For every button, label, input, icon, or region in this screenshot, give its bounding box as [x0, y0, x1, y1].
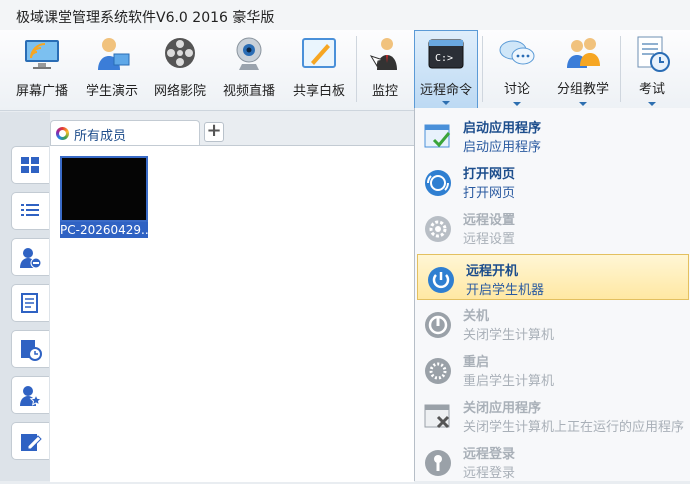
toolbar-label: 屏幕广播 [15, 84, 68, 99]
toolbar-separator [482, 36, 483, 102]
student-demo-icon [98, 38, 130, 70]
menu-item-shutdown[interactable]: 关机 关闭学生计算机 [415, 300, 690, 346]
menu-item-desc: 打开网页 [463, 186, 516, 201]
add-tab-button[interactable]: + [204, 122, 224, 142]
dropdown-arrow-icon [648, 102, 656, 106]
menu-item-title: 远程登录 [463, 447, 516, 462]
toolbar-label: 远程命令 [419, 83, 472, 98]
grid-view-button[interactable] [11, 146, 49, 184]
command-prompt-icon: C:> [428, 39, 464, 69]
toolbar-exam[interactable]: 考试 [624, 30, 680, 110]
toolbar-label: 监控 [371, 84, 398, 99]
toolbar-network-cinema[interactable]: 网络影院 [148, 30, 212, 110]
toolbar-monitor[interactable]: 监控 [362, 30, 408, 110]
app-close-icon [424, 404, 450, 429]
web-icon [425, 170, 451, 196]
menu-item-remote-power-on[interactable]: 远程开机 开启学生机器 [417, 254, 689, 300]
menu-item-remote-login[interactable]: 远程登录 远程登录 [415, 438, 690, 484]
menu-item-desc: 重启学生计算机 [463, 374, 555, 389]
chat-bubbles-icon [499, 40, 535, 65]
toolbar-label: 视频直播 [222, 84, 275, 99]
menu-item-desc: 远程设置 [463, 232, 516, 247]
edit-pen-icon [21, 434, 42, 451]
toolbar-separator [620, 36, 621, 102]
toolbar-label: 分组教学 [556, 82, 609, 97]
shutdown-icon [425, 312, 451, 338]
toolbar-video-live[interactable]: 视频直播 [216, 30, 282, 110]
toolbar-remote-command[interactable]: C:> 远程命令 [414, 30, 478, 110]
toolbar-label: 学生演示 [85, 84, 138, 99]
toolbar-discussion[interactable]: 讨论 [486, 30, 548, 110]
toolbar-shared-whiteboard[interactable]: 共享白板 [286, 30, 352, 110]
menu-item-title: 关闭应用程序 [463, 401, 542, 416]
menu-item-desc: 启动应用程序 [463, 140, 542, 155]
window-title: 极域课堂管理系统软件V6.0 2016 豪华版 [16, 10, 275, 26]
list-view-button[interactable] [11, 192, 49, 230]
app-check-icon [424, 124, 451, 148]
grid-view-icon [21, 157, 39, 173]
title-bar: 极域课堂管理系统软件V6.0 2016 豪华版 [0, 0, 690, 30]
menu-item-close-app[interactable]: 关闭应用程序 关闭学生计算机上正在运行的应用程序 [415, 392, 690, 438]
toolbar-student-demo[interactable]: 学生演示 [80, 30, 144, 110]
menu-item-restart[interactable]: 重启 重启学生计算机 [415, 346, 690, 392]
toolbar-label: 讨论 [503, 82, 530, 97]
toolbar-group-teaching[interactable]: 分组教学 [550, 30, 616, 110]
student-computer[interactable]: PC-20260429... [60, 156, 148, 240]
menu-item-title: 打开网页 [463, 167, 516, 182]
menu-item-desc: 远程登录 [463, 466, 516, 481]
menu-item-title: 远程开机 [466, 264, 519, 279]
user-star-icon [20, 386, 42, 406]
menu-item-title: 启动应用程序 [463, 121, 542, 136]
dropdown-arrow-icon [579, 102, 587, 106]
restart-icon [425, 358, 451, 384]
calendar-clock-icon [21, 340, 42, 361]
schedule-button[interactable] [11, 330, 49, 368]
film-reel-icon [165, 38, 195, 68]
menu-item-desc: 关闭学生计算机 [463, 328, 555, 343]
document-view-button[interactable] [11, 284, 49, 322]
webcam-icon [236, 37, 262, 70]
whiteboard-icon [302, 38, 336, 68]
menu-item-title: 重启 [463, 355, 490, 370]
screen-broadcast-icon [25, 40, 59, 69]
menu-item-desc: 开启学生机器 [466, 283, 545, 298]
menu-item-open-webpage[interactable]: 打开网页 打开网页 [415, 158, 690, 204]
menu-item-desc: 关闭学生计算机上正在运行的应用程序 [463, 420, 685, 435]
main-toolbar: 屏幕广播 学生演示 网络影院 视频直播 共享白板 监控 C:> 远程命令 讨论 … [0, 30, 690, 111]
list-view-icon [21, 204, 39, 216]
menu-item-remote-settings[interactable]: 远程设置 远程设置 [415, 204, 690, 250]
view-sidebar [0, 112, 50, 481]
group-users-icon [567, 38, 600, 68]
user-remove-icon [20, 248, 42, 269]
color-ring-icon [56, 127, 69, 140]
student-computer-name: PC-20260429... [60, 222, 148, 238]
student-screen-thumbnail [60, 156, 148, 222]
monitor-person-icon [369, 38, 397, 70]
gear-icon [425, 216, 451, 242]
document-icon [21, 293, 38, 313]
remote-command-menu: 启动应用程序 启动应用程序 打开网页 打开网页 远程设置 远程设置 远程开机 开… [414, 108, 690, 481]
favorite-students-button[interactable] [11, 376, 49, 414]
tab-label: 所有成员 [74, 129, 127, 144]
menu-item-launch-app[interactable]: 启动应用程序 启动应用程序 [415, 112, 690, 158]
remove-student-button[interactable] [11, 238, 49, 276]
edit-button[interactable] [11, 422, 49, 460]
svg-text:C:>: C:> [435, 53, 453, 64]
exam-clock-icon [637, 36, 670, 72]
toolbar-separator [356, 36, 357, 102]
tab-all-members[interactable]: 所有成员 [50, 120, 200, 146]
dropdown-arrow-icon [442, 101, 450, 105]
toolbar-label: 共享白板 [292, 84, 345, 99]
toolbar-screen-broadcast[interactable]: 屏幕广播 [8, 30, 76, 110]
toolbar-label: 考试 [638, 82, 665, 97]
key-icon [425, 450, 451, 476]
dropdown-arrow-icon [513, 102, 521, 106]
menu-item-title: 远程设置 [463, 213, 516, 228]
toolbar-label: 网络影院 [153, 84, 206, 99]
menu-item-title: 关机 [463, 309, 490, 324]
power-on-icon [428, 267, 454, 293]
